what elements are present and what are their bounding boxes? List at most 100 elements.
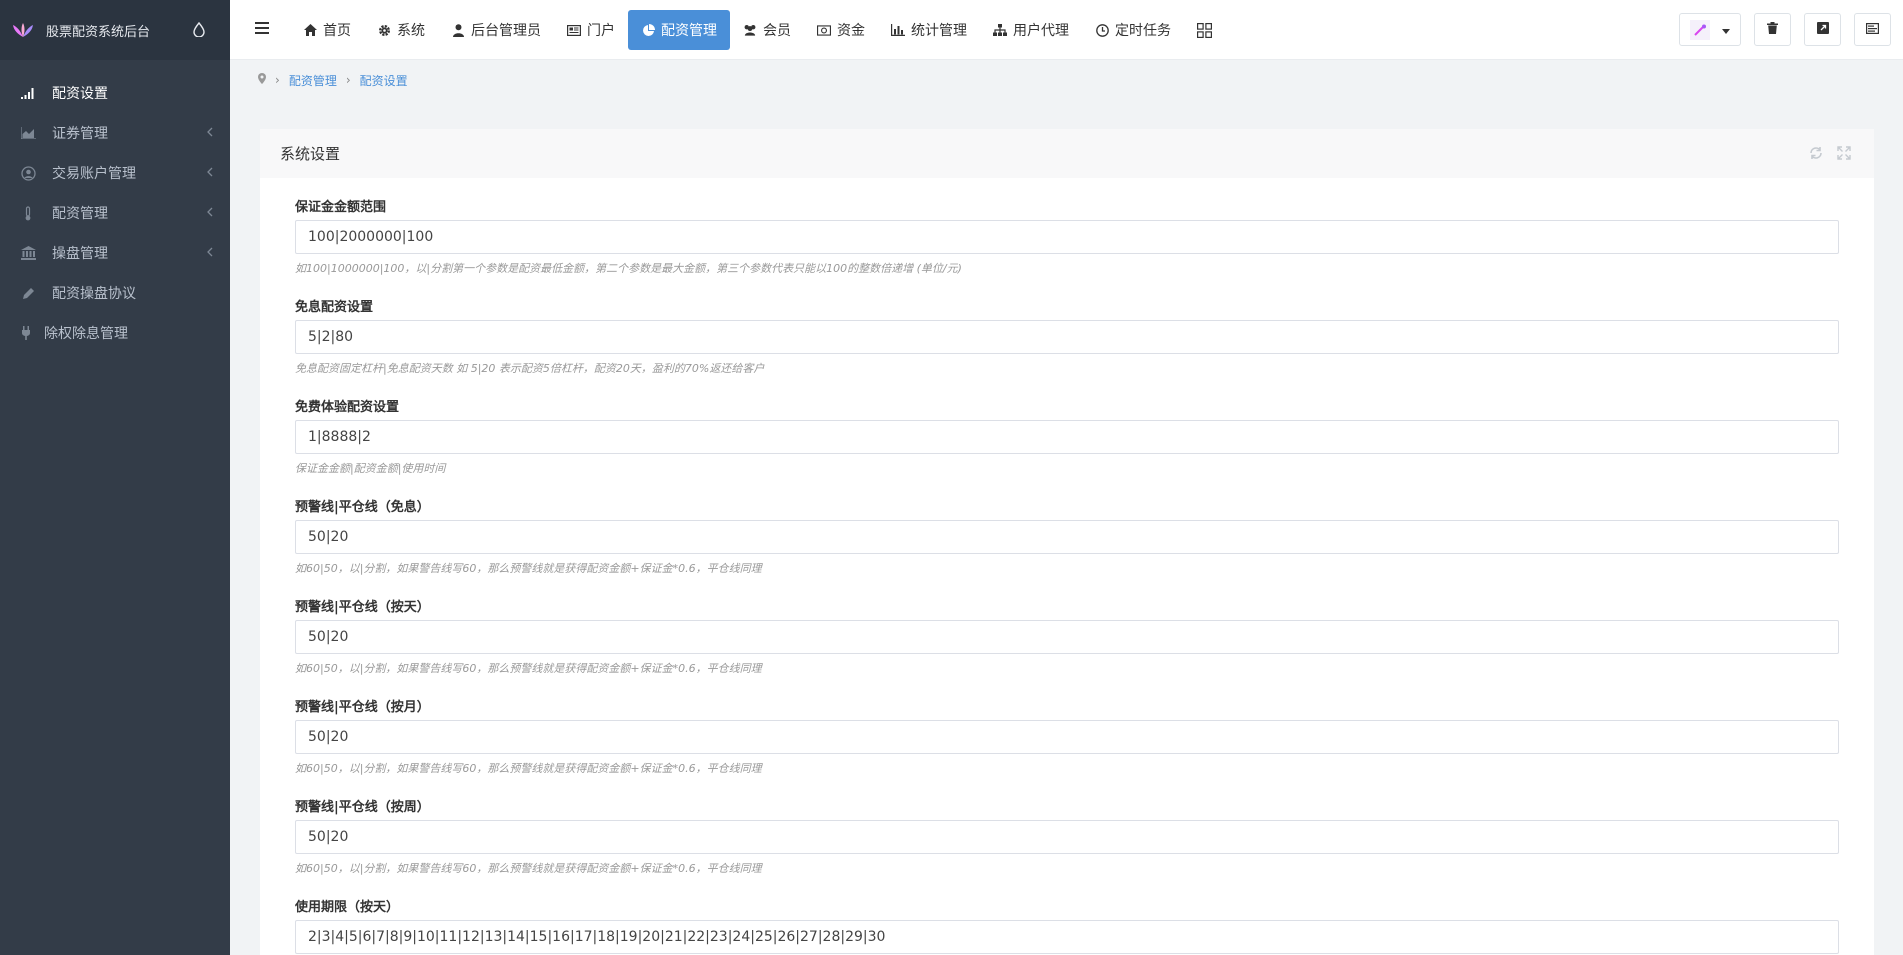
sidebar-item-label: 操盘管理 bbox=[52, 246, 108, 262]
nav-label: 配资管理 bbox=[661, 23, 717, 39]
avatar bbox=[1690, 19, 1710, 40]
nav-statistics[interactable]: 统计管理 bbox=[878, 10, 980, 50]
card-header: 系统设置 bbox=[260, 129, 1874, 178]
nav-label: 后台管理员 bbox=[471, 23, 541, 39]
field-help: 如60|50，以|分割，如果警告线写60，那么预警线就是获得配资金额+保证金*0… bbox=[295, 662, 762, 675]
refresh-icon[interactable] bbox=[1808, 145, 1824, 161]
breadcrumb-separator-icon: › bbox=[275, 73, 280, 87]
nav-user-agents[interactable]: 用户代理 bbox=[980, 10, 1082, 50]
chevron-left-icon bbox=[206, 166, 216, 180]
sidebar: 股票配资系统后台 配资设置 证券管理 交易账户管理 配资管理 操盘管理 配资操盘… bbox=[0, 0, 230, 955]
field-warning-line-free: 预警线|平仓线（免息） 如60|50，以|分割，如果警告线写60，那么预警线就是… bbox=[295, 497, 1839, 597]
nav-label: 会员 bbox=[763, 23, 791, 39]
nav-peizi-management[interactable]: 配资管理 bbox=[628, 10, 730, 50]
nav-home[interactable]: 首页 bbox=[290, 10, 364, 50]
user-icon bbox=[451, 23, 465, 37]
warning-line-monthly-input[interactable] bbox=[295, 720, 1839, 754]
gear-icon bbox=[377, 23, 391, 37]
field-label: 免费体验配资设置 bbox=[295, 400, 400, 415]
top-navbar: 首页 系统 后台管理员 门户 配资管理 会员 资金 统计管理 用户代理 定时任务 bbox=[230, 0, 1903, 60]
nav-admins[interactable]: 后台管理员 bbox=[438, 10, 554, 50]
signal-icon bbox=[20, 85, 36, 101]
field-warning-line-weekly: 预警线|平仓线（按周） 如60|50，以|分割，如果警告线写60，那么预警线就是… bbox=[295, 797, 1839, 897]
trash-icon bbox=[1767, 21, 1778, 38]
field-label: 免息配资设置 bbox=[295, 300, 374, 315]
nav-label: 用户代理 bbox=[1013, 23, 1069, 39]
deposit-range-input[interactable] bbox=[295, 220, 1839, 254]
nav-funds[interactable]: 资金 bbox=[804, 10, 878, 50]
field-free-trial: 免费体验配资设置 保证金金额|配资金额|使用时间 bbox=[295, 397, 1839, 497]
nav-more[interactable] bbox=[1184, 10, 1231, 50]
grid-icon bbox=[1197, 22, 1212, 38]
field-label: 预警线|平仓线（按月） bbox=[295, 700, 430, 715]
nav-label: 门户 bbox=[587, 23, 615, 39]
usage-period-daily-input[interactable] bbox=[295, 920, 1839, 954]
sidebar-item-label: 除权除息管理 bbox=[44, 326, 128, 342]
breadcrumb-link[interactable]: 配资管理 bbox=[289, 72, 337, 89]
chevron-left-icon bbox=[206, 206, 216, 220]
list-icon bbox=[1866, 22, 1880, 38]
clock-icon bbox=[1095, 23, 1109, 37]
warning-line-daily-input[interactable] bbox=[295, 620, 1839, 654]
field-warning-line-daily: 预警线|平仓线（按天） 如60|50，以|分割，如果警告线写60，那么预警线就是… bbox=[295, 597, 1839, 697]
caret-down-icon bbox=[1722, 22, 1730, 38]
area-chart-icon bbox=[20, 125, 36, 141]
nav-members[interactable]: 会员 bbox=[730, 10, 804, 50]
sidebar-item-label: 配资操盘协议 bbox=[52, 286, 136, 302]
breadcrumb: › 配资管理 › 配资设置 bbox=[230, 61, 1903, 99]
toggle-panel-button[interactable] bbox=[1854, 13, 1891, 46]
expand-icon[interactable] bbox=[1836, 145, 1852, 161]
warning-line-weekly-input[interactable] bbox=[295, 820, 1839, 854]
field-label: 预警线|平仓线（按天） bbox=[295, 600, 430, 615]
sidebar-item-securities[interactable]: 证券管理 bbox=[0, 113, 230, 153]
sidebar-item-agreement[interactable]: 配资操盘协议 bbox=[0, 273, 230, 313]
nav-label: 首页 bbox=[323, 23, 351, 39]
nav-scheduled-tasks[interactable]: 定时任务 bbox=[1082, 10, 1184, 50]
card-title: 系统设置 bbox=[280, 145, 341, 163]
money-icon bbox=[817, 23, 831, 37]
field-help: 免息配资固定杠杆|免息配资天数 如 5|20 表示配资5倍杠杆，配资20天，盈利… bbox=[295, 362, 765, 375]
field-label: 使用期限（按天） bbox=[295, 900, 400, 915]
field-help: 保证金金额|配资金额|使用时间 bbox=[295, 462, 446, 475]
nav-system[interactable]: 系统 bbox=[364, 10, 438, 50]
clear-cache-button[interactable] bbox=[1754, 13, 1791, 46]
interest-free-input[interactable] bbox=[295, 320, 1839, 354]
field-help: 如60|50，以|分割，如果警告线写60，那么预警线就是获得配资金额+保证金*0… bbox=[295, 562, 762, 575]
chevron-left-icon bbox=[206, 246, 216, 260]
nav-label: 统计管理 bbox=[911, 23, 967, 39]
app-title: 股票配资系统后台 bbox=[46, 24, 151, 40]
theme-drop-icon[interactable] bbox=[193, 21, 207, 38]
field-deposit-range: 保证金金额范围 如100|1000000|100，以|分割第一个参数是配资最低金… bbox=[295, 197, 1839, 297]
home-icon bbox=[303, 23, 317, 37]
chevron-left-icon bbox=[206, 126, 216, 140]
card-tools bbox=[1796, 145, 1852, 161]
nav-label: 系统 bbox=[397, 23, 425, 39]
brand-bar: 股票配资系统后台 bbox=[0, 0, 230, 60]
thermometer-icon bbox=[20, 205, 36, 221]
external-link-button[interactable] bbox=[1804, 13, 1841, 46]
sidebar-item-peizi-settings[interactable]: 配资设置 bbox=[0, 73, 230, 113]
sidebar-item-trading-accounts[interactable]: 交易账户管理 bbox=[0, 153, 230, 193]
sidebar-item-label: 配资设置 bbox=[52, 86, 108, 102]
warning-line-free-input[interactable] bbox=[295, 520, 1839, 554]
sidebar-item-trading-management[interactable]: 操盘管理 bbox=[0, 233, 230, 273]
sidebar-menu: 配资设置 证券管理 交易账户管理 配资管理 操盘管理 配资操盘协议 除权除息管理 bbox=[0, 73, 230, 353]
sidebar-item-ex-dividend[interactable]: 除权除息管理 bbox=[0, 313, 230, 353]
user-menu-button[interactable] bbox=[1679, 13, 1741, 46]
sidebar-item-peizi-management[interactable]: 配资管理 bbox=[0, 193, 230, 233]
breadcrumb-separator-icon: › bbox=[345, 73, 351, 87]
field-interest-free: 免息配资设置 免息配资固定杠杆|免息配资天数 如 5|20 表示配资5倍杠杆，配… bbox=[295, 297, 1839, 397]
field-help: 如100|1000000|100，以|分割第一个参数是配资最低金额，第二个参数是… bbox=[295, 262, 962, 275]
top-right-tools bbox=[1666, 13, 1891, 46]
lotus-logo-icon bbox=[12, 22, 34, 38]
breadcrumb-current[interactable]: 配资设置 bbox=[360, 72, 408, 89]
free-trial-input[interactable] bbox=[295, 420, 1839, 454]
field-help: 如60|50，以|分割，如果警告线写60，那么预警线就是获得配资金额+保证金*0… bbox=[295, 862, 762, 875]
user-circle-icon bbox=[20, 165, 36, 181]
field-label: 预警线|平仓线（按周） bbox=[295, 800, 430, 815]
nav-label: 定时任务 bbox=[1115, 23, 1171, 39]
nav-portal[interactable]: 门户 bbox=[554, 10, 628, 50]
users-icon bbox=[743, 23, 757, 37]
plug-icon bbox=[20, 325, 32, 341]
menu-toggle-icon[interactable] bbox=[255, 22, 269, 36]
